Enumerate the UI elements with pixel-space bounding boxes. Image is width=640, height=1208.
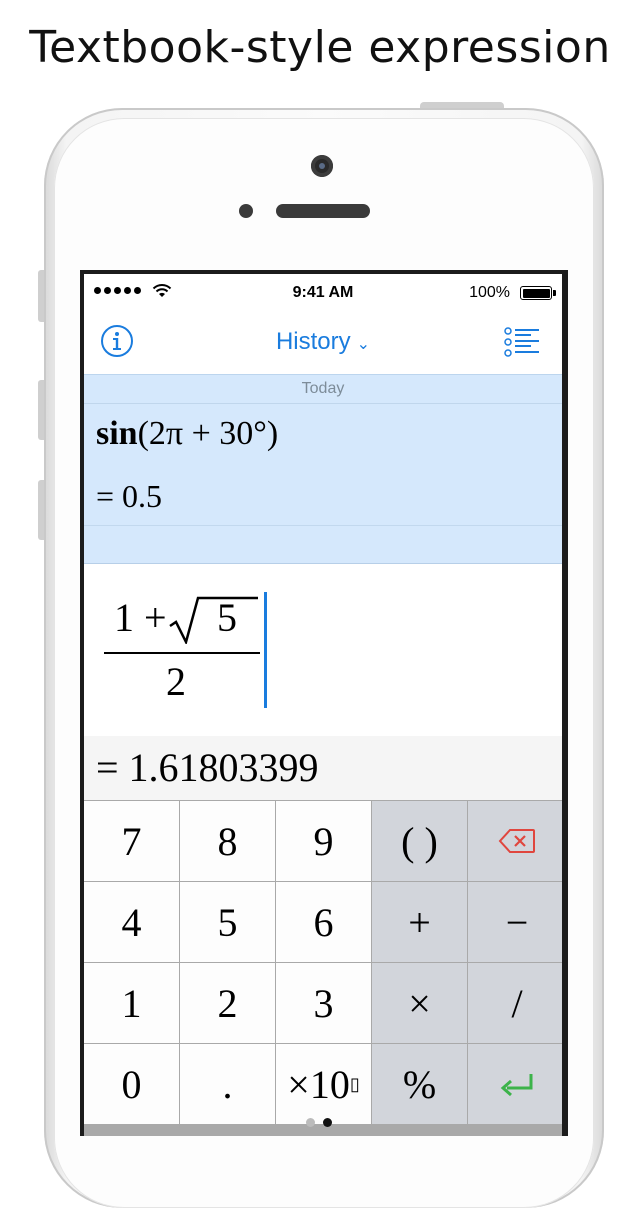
backspace-icon	[498, 829, 535, 853]
status-bar: 9:41 AM 100%	[84, 274, 562, 312]
key-exponent-placeholder: ▯	[349, 1073, 360, 1094]
key-13[interactable]: ×	[372, 963, 467, 1043]
text-cursor	[264, 592, 267, 708]
nav-bar: History ⌄	[84, 312, 562, 374]
page-indicator[interactable]	[306, 1118, 332, 1127]
fraction-bar	[104, 652, 260, 654]
history-panel[interactable]: Today sin(2π + 30°) = 0.5	[84, 374, 562, 564]
key-label: 6	[313, 899, 334, 945]
key-label: 4	[121, 899, 142, 945]
key-label: ( )	[401, 818, 438, 864]
result-value: = 1.61803399	[96, 745, 319, 790]
key-0[interactable]: 7	[84, 801, 179, 881]
headline: Textbook-style expression	[29, 22, 611, 73]
key-label: −	[505, 899, 529, 945]
phone-screen: 9:41 AM 100% History ⌄ Today sin(2π + 30…	[80, 270, 568, 1136]
key-11[interactable]: 2	[180, 963, 275, 1043]
key-10[interactable]: 1	[84, 963, 179, 1043]
battery-icon	[520, 286, 556, 300]
key-9[interactable]: −	[468, 882, 562, 962]
history-result[interactable]: = 0.5	[96, 478, 162, 515]
key-label: 8	[217, 818, 238, 864]
key-16[interactable]: .	[180, 1044, 275, 1124]
key-3[interactable]: ( )	[372, 801, 467, 881]
square-root-sign	[169, 596, 258, 644]
key-5[interactable]: 4	[84, 882, 179, 962]
history-expression[interactable]: sin(2π + 30°)	[96, 415, 278, 453]
keypad: 7 8 9 ( ) 4 5 6 + − 1 2 3 × / 0. ×10 ▯%	[84, 800, 562, 1136]
key-label: 9	[313, 818, 334, 864]
key-label: 2	[217, 980, 238, 1026]
key-2[interactable]: 9	[276, 801, 371, 881]
enter-key[interactable]	[468, 1044, 562, 1124]
key-label: ×	[408, 980, 431, 1026]
earpiece-speaker	[276, 204, 370, 218]
radicand: 5	[217, 595, 237, 640]
history-date: Today	[84, 375, 562, 404]
key-label: ×10	[287, 1061, 350, 1107]
history-title: History	[275, 328, 351, 355]
front-camera	[311, 155, 333, 177]
enter-icon	[500, 1074, 533, 1097]
key-12[interactable]: 3	[276, 963, 371, 1043]
chevron-down-icon: ⌄	[356, 336, 371, 353]
battery-percent: 100%	[469, 284, 510, 301]
key-label: 5	[217, 899, 238, 945]
key-label: +	[408, 899, 431, 945]
key-label: 7	[121, 818, 142, 864]
key-15[interactable]: 0	[84, 1044, 179, 1124]
history-dropdown[interactable]: History ⌄	[84, 328, 562, 356]
history-divider	[84, 525, 562, 526]
key-18[interactable]: %	[372, 1044, 467, 1124]
key-14[interactable]: /	[468, 963, 562, 1043]
key-label: .	[222, 1061, 233, 1107]
key-label: 3	[313, 980, 334, 1026]
result-row: = 1.61803399	[84, 736, 562, 800]
key-7[interactable]: 6	[276, 882, 371, 962]
proximity-sensor	[239, 204, 253, 218]
denominator: 2	[166, 659, 186, 704]
key-label: 1	[121, 980, 142, 1026]
list-icon[interactable]	[504, 326, 540, 358]
history-func: sin	[96, 415, 138, 452]
key-6[interactable]: 5	[180, 882, 275, 962]
app-display: 9:41 AM 100% History ⌄ Today sin(2π + 30…	[84, 274, 562, 1136]
backspace-key[interactable]	[468, 801, 562, 881]
history-args: (2π + 30°)	[137, 415, 279, 452]
key-label: %	[402, 1061, 437, 1107]
key-17[interactable]: ×10 ▯	[276, 1044, 371, 1124]
key-label: 0	[121, 1061, 142, 1107]
numerator-prefix: 1 +	[114, 595, 167, 640]
key-label: /	[511, 980, 523, 1026]
expression-editor[interactable]: 1 + 5 2	[84, 564, 562, 734]
key-8[interactable]: +	[372, 882, 467, 962]
key-1[interactable]: 8	[180, 801, 275, 881]
